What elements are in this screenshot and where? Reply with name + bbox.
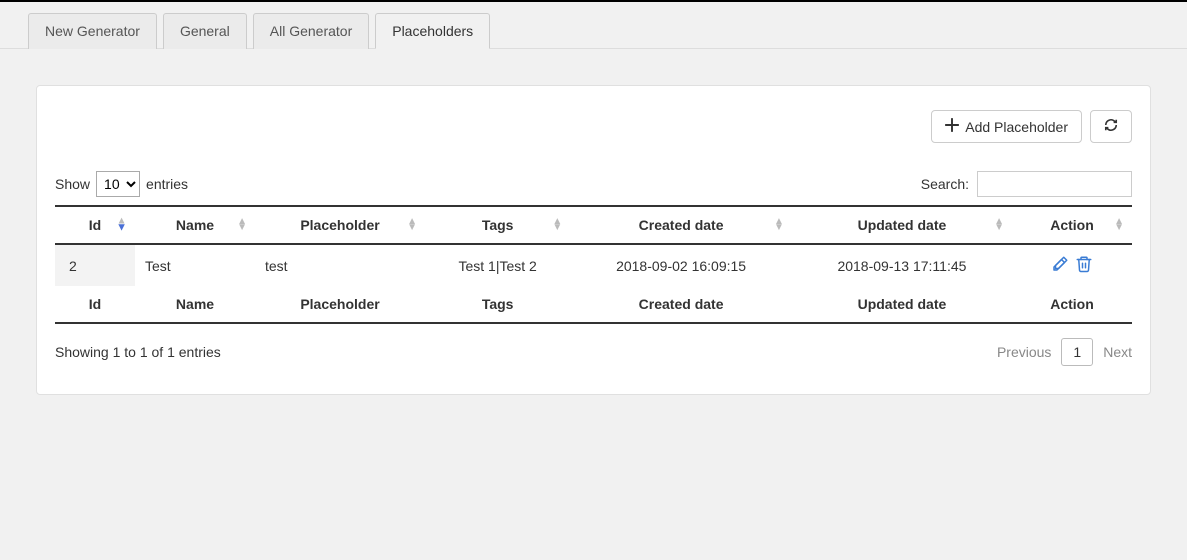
add-placeholder-label: Add Placeholder <box>965 119 1068 135</box>
refresh-icon <box>1104 118 1118 135</box>
tab-all-generator[interactable]: All Generator <box>253 13 369 49</box>
sort-icon: ▲▼ <box>407 219 417 231</box>
cell-tags: Test 1|Test 2 <box>425 244 570 286</box>
table-info: Showing 1 to 1 of 1 entries <box>55 344 221 360</box>
sort-icon: ▲▼ <box>1114 219 1124 231</box>
add-placeholder-button[interactable]: Add Placeholder <box>931 110 1082 143</box>
sort-icon: ▲▼ <box>116 219 127 232</box>
tab-general[interactable]: General <box>163 13 247 49</box>
cell-placeholder: test <box>255 244 425 286</box>
paginate-previous[interactable]: Previous <box>997 344 1051 360</box>
placeholders-table: Id ▲▼ Name ▲▼ Placeholder ▲▼ Tags ▲▼ <box>55 205 1132 324</box>
col-footer-action: Action <box>1012 286 1132 323</box>
cell-action <box>1012 244 1132 286</box>
col-header-id[interactable]: Id ▲▼ <box>55 206 135 244</box>
page-length-control: Show 10 entries <box>55 171 188 197</box>
col-footer-placeholder: Placeholder <box>255 286 425 323</box>
tab-new-generator[interactable]: New Generator <box>28 13 157 49</box>
sort-icon: ▲▼ <box>774 219 784 231</box>
plus-icon <box>945 118 959 135</box>
sort-icon: ▲▼ <box>237 219 247 231</box>
table-row: 2 Test test Test 1|Test 2 2018-09-02 16:… <box>55 244 1132 286</box>
edit-icon[interactable] <box>1051 255 1069 276</box>
cell-created: 2018-09-02 16:09:15 <box>570 244 792 286</box>
col-footer-updated: Updated date <box>792 286 1012 323</box>
search-label: Search: <box>921 176 969 192</box>
tabs-bar: New Generator General All Generator Plac… <box>0 2 1187 49</box>
col-header-placeholder[interactable]: Placeholder ▲▼ <box>255 206 425 244</box>
col-footer-id: Id <box>55 286 135 323</box>
pagination: Previous 1 Next <box>997 338 1132 366</box>
entries-label: entries <box>146 176 188 192</box>
col-footer-created: Created date <box>570 286 792 323</box>
search-control: Search: <box>921 171 1132 197</box>
paginate-page-1[interactable]: 1 <box>1061 338 1093 366</box>
col-header-updated[interactable]: Updated date ▲▼ <box>792 206 1012 244</box>
refresh-button[interactable] <box>1090 110 1132 143</box>
cell-id: 2 <box>55 244 135 286</box>
show-label: Show <box>55 176 90 192</box>
cell-name: Test <box>135 244 255 286</box>
sort-icon: ▲▼ <box>552 219 562 231</box>
col-footer-tags: Tags <box>425 286 570 323</box>
tab-placeholders[interactable]: Placeholders <box>375 13 490 49</box>
sort-icon: ▲▼ <box>994 219 1004 231</box>
delete-icon[interactable] <box>1075 255 1093 276</box>
placeholders-panel: Add Placeholder Show 10 entries Search: <box>36 85 1151 395</box>
paginate-next[interactable]: Next <box>1103 344 1132 360</box>
cell-updated: 2018-09-13 17:11:45 <box>792 244 1012 286</box>
col-footer-name: Name <box>135 286 255 323</box>
col-header-created[interactable]: Created date ▲▼ <box>570 206 792 244</box>
page-length-select[interactable]: 10 <box>96 171 140 197</box>
col-header-tags[interactable]: Tags ▲▼ <box>425 206 570 244</box>
col-header-name[interactable]: Name ▲▼ <box>135 206 255 244</box>
col-header-action[interactable]: Action ▲▼ <box>1012 206 1132 244</box>
search-input[interactable] <box>977 171 1132 197</box>
